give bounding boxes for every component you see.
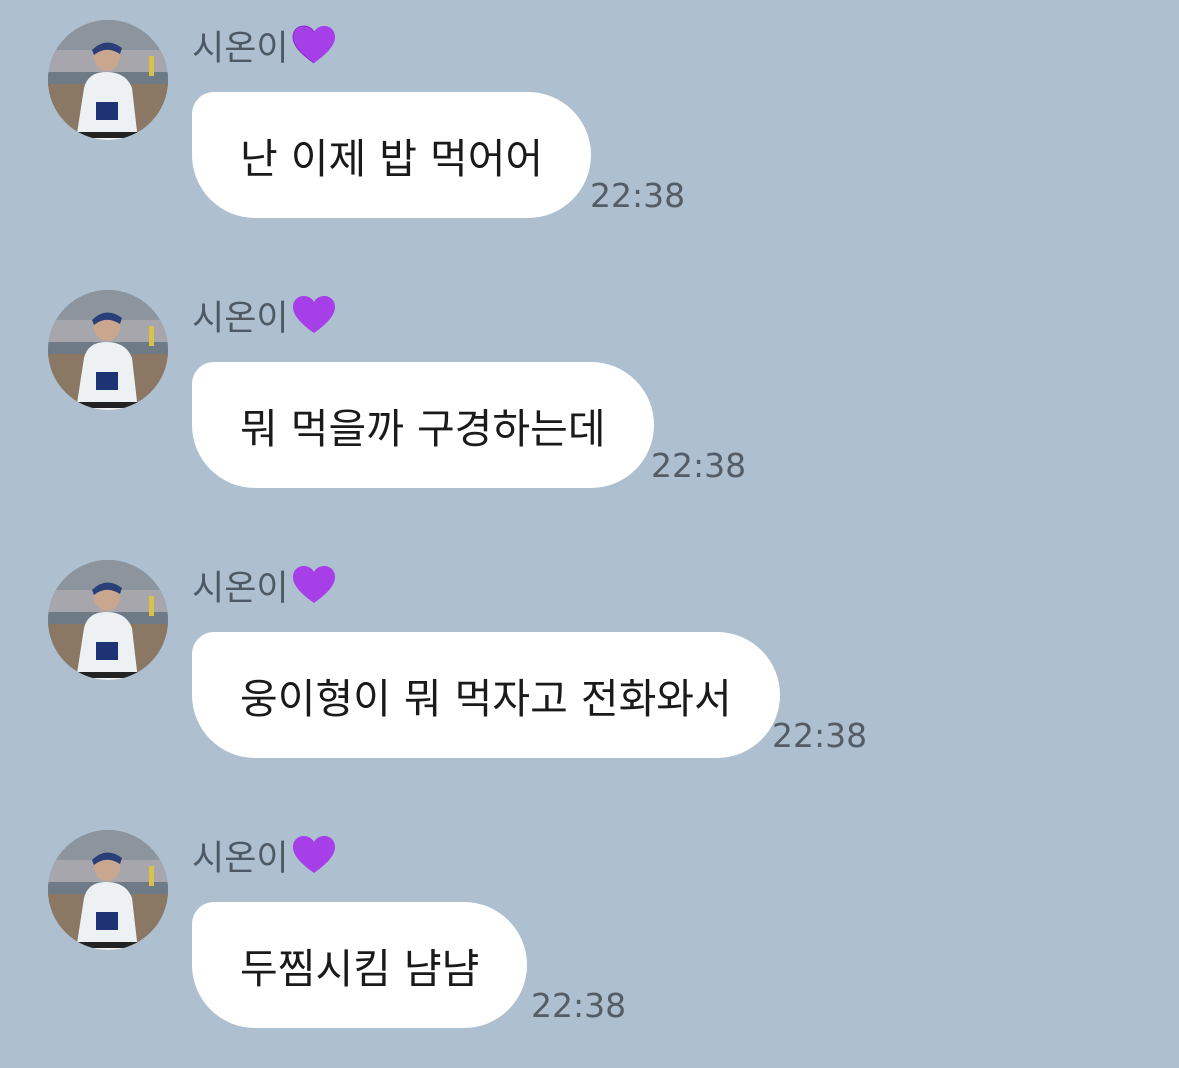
- sender-avatar[interactable]: [48, 830, 168, 950]
- message-timestamp: 22:38: [531, 986, 627, 1025]
- message-text: 난 이제 밥 먹어어: [240, 135, 544, 183]
- message-text: 웅이형이 뭐 먹자고 전화와서: [240, 675, 732, 723]
- sender-avatar[interactable]: [48, 20, 168, 140]
- purple-heart-icon: [292, 296, 335, 333]
- message-row: 시온이 웅이형이 뭐 먹자고 전화와서 22:38: [0, 540, 1179, 770]
- message-bubble[interactable]: 난 이제 밥 먹어어: [192, 92, 592, 218]
- avatar-photo-icon: [48, 20, 168, 140]
- purple-heart-icon: [292, 25, 335, 64]
- purple-heart-icon: [292, 566, 335, 603]
- message-text: 뭐 먹을까 구경하는데: [240, 405, 606, 453]
- message-row: 시온이 뭐 먹을까 구경하는데 22:38: [0, 270, 1179, 500]
- message-bubble[interactable]: 두찜시킴 냠냠: [192, 902, 528, 1028]
- message-timestamp: 22:38: [772, 716, 868, 755]
- message-timestamp: 22:38: [590, 176, 686, 215]
- purple-heart-icon: [292, 836, 335, 873]
- sender-name: 시온이: [192, 562, 336, 609]
- message-text: 두찜시킴 냠냠: [240, 945, 480, 993]
- sender-avatar[interactable]: [48, 560, 168, 680]
- avatar-photo-icon: [48, 560, 168, 680]
- message-row: 시온이 두찜시킴 냠냠 22:38: [0, 810, 1179, 1040]
- sender-name: 시온이: [192, 292, 336, 339]
- sender-name-text: 시온이: [192, 568, 289, 609]
- sender-name-text: 시온이: [192, 28, 289, 69]
- sender-name: 시온이: [192, 22, 336, 69]
- message-bubble[interactable]: 뭐 먹을까 구경하는데: [192, 362, 654, 488]
- message-bubble[interactable]: 웅이형이 뭐 먹자고 전화와서: [192, 632, 780, 758]
- sender-avatar[interactable]: [48, 290, 168, 410]
- sender-name-text: 시온이: [192, 298, 289, 339]
- sender-name-text: 시온이: [192, 838, 289, 879]
- avatar-photo-icon: [48, 830, 168, 950]
- chat-message-list[interactable]: 시온이 난 이제 밥 먹어어 22:38 시온이 뭐 먹을까 구경하는데 22:…: [0, 0, 1179, 1068]
- sender-name: 시온이: [192, 832, 336, 879]
- message-row: 시온이 난 이제 밥 먹어어 22:38: [0, 0, 1179, 230]
- avatar-photo-icon: [48, 290, 168, 410]
- message-timestamp: 22:38: [651, 446, 747, 485]
